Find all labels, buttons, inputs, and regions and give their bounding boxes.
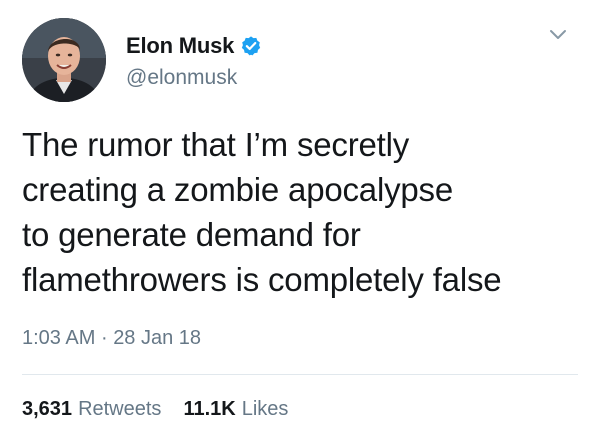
likes-label: Likes	[241, 398, 289, 420]
tweet-text: The rumor that I’m secretly creating a z…	[22, 122, 582, 302]
tweet-text-line: The rumor that I’m secretly	[22, 126, 410, 163]
tweet-time: 1:03 AM	[22, 327, 96, 349]
tweet-date: 28 Jan 18	[113, 327, 202, 349]
tweet-header: Elon Musk @elonmusk	[22, 14, 582, 104]
retweets-stat[interactable]: 3,631 Retweets	[22, 398, 161, 421]
name-row: Elon Musk	[126, 32, 262, 60]
likes-stat[interactable]: 11.1K Likes	[183, 398, 288, 421]
likes-count: 11.1K	[183, 398, 236, 420]
retweets-label: Retweets	[78, 398, 162, 420]
chevron-down-icon[interactable]	[548, 28, 568, 42]
tweet-text-line: to generate demand for	[22, 216, 361, 253]
tweet-text-line: creating a zombie apocalypse	[22, 171, 453, 208]
avatar[interactable]	[22, 18, 106, 102]
user-handle[interactable]: @elonmusk	[126, 66, 262, 90]
verified-badge-icon	[240, 35, 262, 57]
tweet-timestamp[interactable]: 1:03 AM · 28 Jan 18	[22, 327, 201, 350]
tweet-card: Elon Musk @elonmusk The rumor that I’m s…	[0, 0, 600, 445]
divider	[22, 374, 578, 375]
tweet-stats: 3,631 Retweets 11.1K Likes	[22, 398, 288, 421]
retweets-count: 3,631	[22, 398, 73, 420]
user-info: Elon Musk @elonmusk	[126, 32, 262, 90]
display-name[interactable]: Elon Musk	[126, 33, 234, 59]
tweet-text-line: flamethrowers is completely false	[22, 261, 502, 298]
timestamp-separator: ·	[100, 327, 108, 349]
